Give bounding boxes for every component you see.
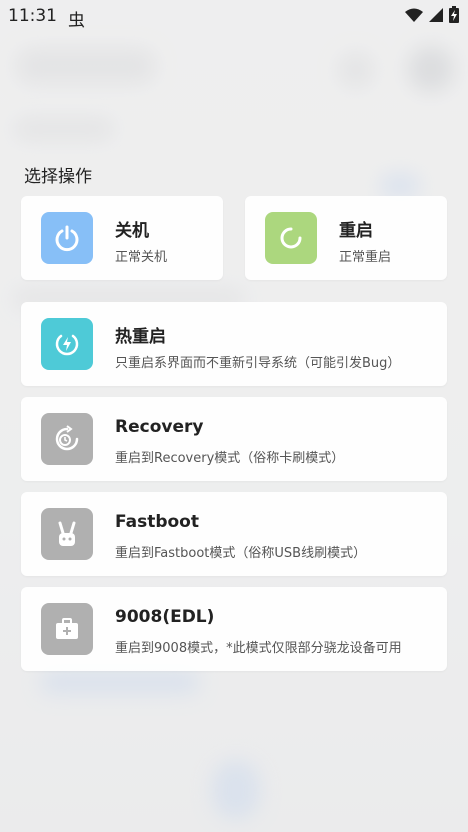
option-title: Fastboot <box>115 512 199 532</box>
option-subtitle: 重启到9008模式，*此模式仅限部分骁龙设备可用 <box>115 641 402 656</box>
option-title: 热重启 <box>115 327 166 347</box>
edl-icon <box>41 603 93 655</box>
reboot-option[interactable]: 重启 正常重启 <box>245 196 447 280</box>
restart-icon <box>265 212 317 264</box>
dialog-title: 选择操作 <box>24 167 92 187</box>
fastboot-icon <box>41 508 93 560</box>
option-title: 关机 <box>115 221 149 241</box>
shutdown-option[interactable]: 关机 正常关机 <box>21 196 223 280</box>
option-title: 重启 <box>339 221 373 241</box>
system-icons <box>404 6 460 24</box>
edl-option[interactable]: 9008(EDL) 重启到9008模式，*此模式仅限部分骁龙设备可用 <box>21 587 447 671</box>
bug-icon: 虫 <box>68 11 85 31</box>
hot-restart-icon <box>41 318 93 370</box>
option-subtitle: 只重启系界面而不重新引导系统（可能引发Bug） <box>115 356 401 371</box>
fastboot-option[interactable]: Fastboot 重启到Fastboot模式（俗称USB线刷模式） <box>21 492 447 576</box>
option-subtitle: 重启到Fastboot模式（俗称USB线刷模式） <box>115 546 367 561</box>
option-subtitle: 正常重启 <box>339 250 392 265</box>
option-title: Recovery <box>115 417 204 437</box>
recovery-option[interactable]: Recovery 重启到Recovery模式（俗称卡刷模式） <box>21 397 447 481</box>
recovery-icon <box>41 413 93 465</box>
option-title: 9008(EDL) <box>115 607 215 627</box>
option-subtitle: 重启到Recovery模式（俗称卡刷模式） <box>115 451 345 466</box>
battery-charging-icon <box>449 6 459 23</box>
power-icon <box>41 212 93 264</box>
wifi-icon <box>405 8 423 22</box>
cell-signal-icon <box>429 8 443 22</box>
option-subtitle: 正常关机 <box>115 250 168 265</box>
hot-reboot-option[interactable]: 热重启 只重启系界面而不重新引导系统（可能引发Bug） <box>21 302 447 386</box>
status-bar: 11:31 虫 <box>0 0 468 34</box>
status-time: 11:31 <box>8 6 57 26</box>
